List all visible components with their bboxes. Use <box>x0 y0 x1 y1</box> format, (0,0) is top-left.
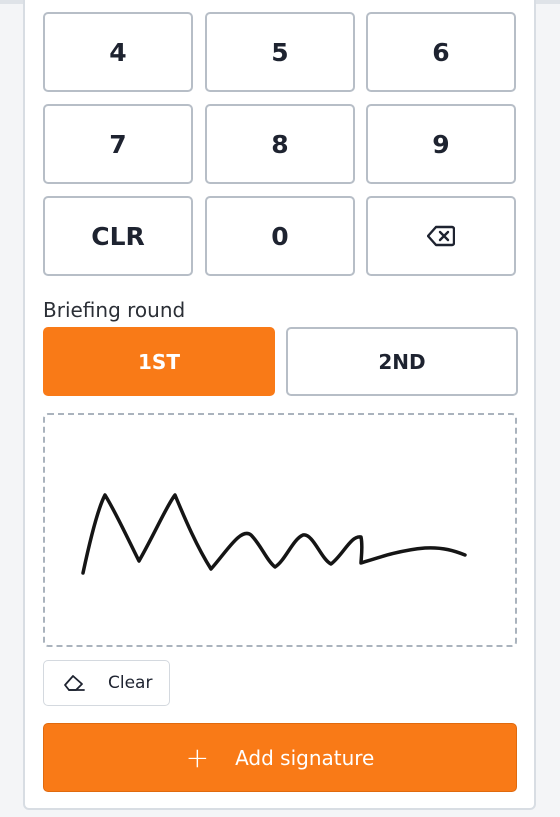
backspace-icon <box>427 225 455 247</box>
key-clear[interactable]: CLR <box>43 196 193 276</box>
plus-icon: + <box>185 741 210 774</box>
signature-pad[interactable] <box>43 413 517 647</box>
key-backspace[interactable] <box>366 196 516 276</box>
briefing-option-2nd[interactable]: 2ND <box>286 327 518 396</box>
key-5[interactable]: 5 <box>205 12 355 92</box>
eraser-icon <box>64 675 85 691</box>
key-0[interactable]: 0 <box>205 196 355 276</box>
key-8[interactable]: 8 <box>205 104 355 184</box>
briefing-option-1st[interactable]: 1ST <box>43 327 275 396</box>
briefing-round-label: Briefing round <box>43 298 186 322</box>
add-signature-button[interactable]: + Add signature <box>43 723 517 792</box>
key-9[interactable]: 9 <box>366 104 516 184</box>
key-6[interactable]: 6 <box>366 12 516 92</box>
clear-signature-button[interactable]: Clear <box>43 660 170 706</box>
key-4[interactable]: 4 <box>43 12 193 92</box>
signature-stroke <box>81 493 467 575</box>
key-7[interactable]: 7 <box>43 104 193 184</box>
add-signature-label: Add signature <box>235 745 375 770</box>
clear-button-label: Clear <box>108 673 153 693</box>
